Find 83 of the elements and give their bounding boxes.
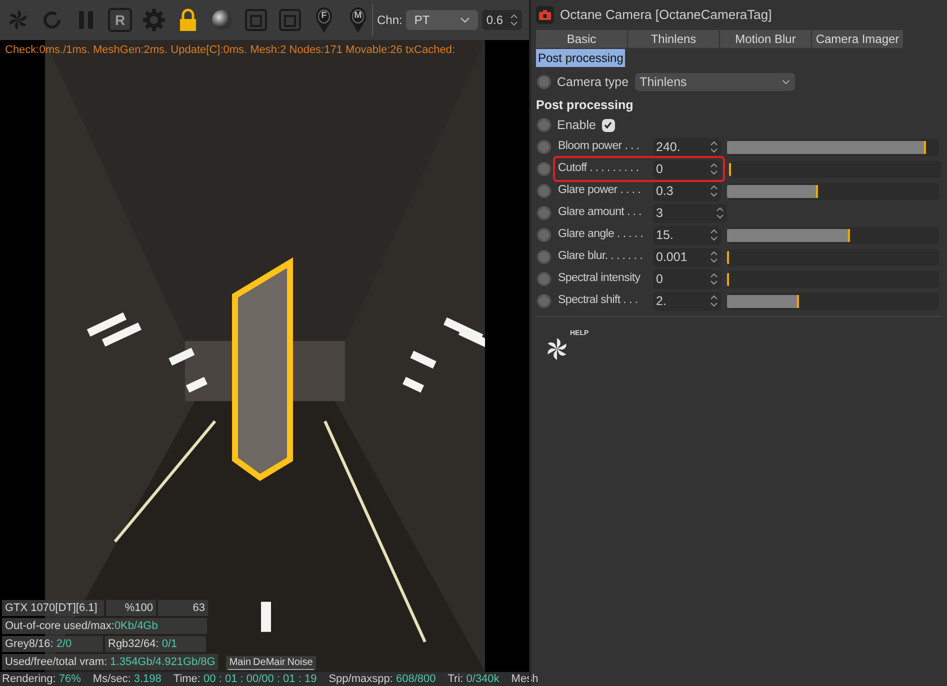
stats-text: Rgb32/64: 0/1 <box>105 636 206 652</box>
region-icon <box>278 8 302 32</box>
region-button[interactable] <box>278 6 302 34</box>
number-field[interactable]: 240. <box>653 138 721 156</box>
spinner-arrows-icon[interactable] <box>710 294 718 308</box>
radio-icon[interactable] <box>537 250 551 264</box>
tab[interactable]: Thinlens <box>628 30 719 48</box>
slider-track[interactable] <box>727 226 939 244</box>
spinner-arrows-icon[interactable] <box>710 162 718 176</box>
status-text: Rendering: 76% <box>2 672 81 686</box>
slider-track[interactable] <box>727 138 939 156</box>
number-field[interactable]: 3 <box>653 204 727 222</box>
number-field[interactable]: 15. <box>653 226 721 244</box>
slider-track[interactable] <box>727 270 939 288</box>
section-heading: Post processing <box>536 97 634 114</box>
tab[interactable]: Basic <box>536 30 627 48</box>
status-text: Time: 00 : 01 : 00/00 : 01 : 19 <box>173 672 317 686</box>
spinner-arrows-icon[interactable] <box>710 250 718 264</box>
chevron-down-icon <box>782 79 790 85</box>
radio-icon[interactable] <box>537 272 551 286</box>
status-text: Tri: 0/340k <box>448 672 500 686</box>
region-icon <box>244 8 268 32</box>
slider-track[interactable] <box>727 248 939 266</box>
tab[interactable]: Post processing <box>536 49 626 67</box>
field-label: Glare blur. . . . . . . <box>558 249 644 264</box>
radio-icon[interactable] <box>537 118 551 132</box>
spinner-arrows-icon[interactable] <box>710 184 718 198</box>
channel-label: Chn: <box>377 12 402 29</box>
settings-button[interactable] <box>142 6 166 34</box>
spinner-arrows-icon[interactable] <box>710 228 718 242</box>
field-label: Bloom power . . . <box>558 139 640 154</box>
camera-tag-icon <box>536 6 554 24</box>
field-label: Glare angle . . . . . <box>558 227 644 242</box>
radio-icon[interactable] <box>537 228 551 242</box>
number-field[interactable]: 0 <box>653 270 721 288</box>
view-tab[interactable]: Noise <box>286 656 314 670</box>
stats-text: GTX 1070[DT][6.1] <box>2 600 104 616</box>
stats-text: Out-of-core used/max:0Kb/4Gb <box>2 618 207 634</box>
stats-text: 63 <box>158 600 208 616</box>
radio-icon[interactable] <box>537 75 551 89</box>
region-button[interactable] <box>244 6 268 34</box>
radio-icon[interactable] <box>537 184 551 198</box>
number-field[interactable]: 2. <box>653 292 721 310</box>
chevron-down-icon <box>460 17 470 23</box>
render-log: Check:0ms./1ms. MeshGen:2ms. Update[C]:0ms. Mesh:2 Nodes:171 Movable:26 txCached: <box>5 43 455 58</box>
value-field[interactable]: 0.6 <box>482 10 522 30</box>
field-label: Glare amount . . . <box>558 205 642 220</box>
radio-icon[interactable] <box>537 140 551 154</box>
view-tab[interactable]: Main <box>228 656 252 670</box>
spinner-arrows-icon[interactable] <box>716 206 724 220</box>
stats-text: Grey8/16: 2/0 <box>2 636 103 652</box>
field-label: Camera type <box>557 74 629 91</box>
sphere-icon <box>210 8 234 32</box>
field-label: Spectral intensity <box>558 271 642 286</box>
field-label: Spectral shift . . . <box>558 293 639 308</box>
status-text: Ms/sec: 3.198 <box>92 672 162 686</box>
camera-type-dropdown[interactable]: Thinlens <box>634 73 795 91</box>
tab[interactable]: Motion Blur <box>720 30 811 48</box>
slider-track[interactable] <box>727 292 939 310</box>
stats-text: %100 <box>106 600 156 616</box>
enable-checkbox[interactable] <box>602 118 615 132</box>
view-tab[interactable]: DeMair <box>252 656 286 670</box>
tab[interactable]: Camera Imager <box>812 30 903 48</box>
radio-icon[interactable] <box>537 294 551 308</box>
reset-button[interactable]: R <box>108 8 132 32</box>
field-label: Cutoff . . . . . . . . . <box>558 161 640 176</box>
radio-icon[interactable] <box>537 162 551 176</box>
slider-track[interactable] <box>727 182 939 200</box>
gear-icon <box>142 8 166 32</box>
channel-dropdown[interactable]: PT <box>406 10 478 30</box>
stats-text: Used/free/total vram: 1.354Gb/4.921Gb/8G <box>2 654 218 670</box>
spinner-arrows-icon[interactable] <box>510 13 518 27</box>
slider-track[interactable] <box>729 160 941 178</box>
spinner-arrows-icon[interactable] <box>710 140 718 154</box>
number-field[interactable]: 0.001 <box>653 248 721 266</box>
field-label: Enable <box>557 116 596 134</box>
number-field[interactable]: 0.3 <box>653 182 721 200</box>
field-label: Glare power . . . . <box>558 183 642 198</box>
status-text: Spp/maxspp: 608/800 <box>328 672 436 686</box>
number-field[interactable]: 0 <box>653 160 721 178</box>
spinner-arrows-icon[interactable] <box>710 272 718 286</box>
panel-title: Octane Camera [OctaneCameraTag] <box>560 6 772 24</box>
radio-icon[interactable] <box>537 206 551 220</box>
